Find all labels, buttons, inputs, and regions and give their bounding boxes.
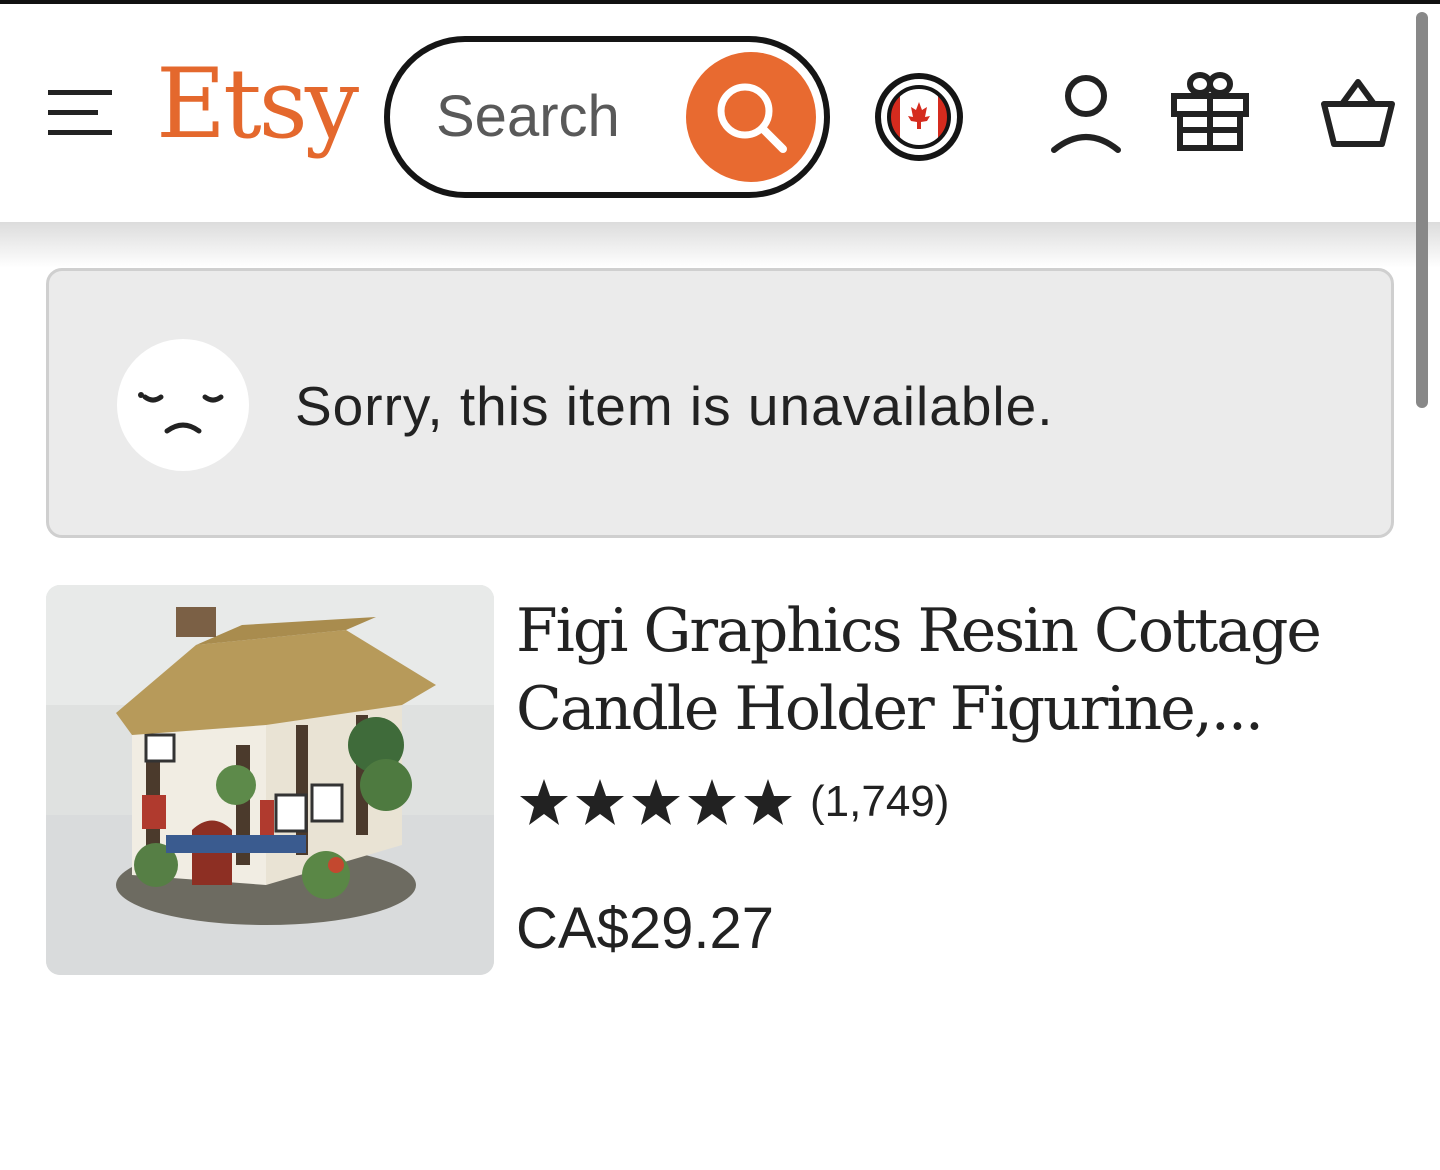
star-icon <box>744 779 792 825</box>
star-icon <box>688 779 736 825</box>
product-price: CA$29.27 <box>516 896 774 961</box>
canada-flag-icon <box>875 73 963 161</box>
cottage-candle-holder-image <box>46 585 494 975</box>
unavailable-notice: Sorry, this item is unavailable. <box>46 268 1394 538</box>
region-button[interactable] <box>874 72 964 162</box>
search-input[interactable]: Search <box>436 88 620 146</box>
header-shadow <box>0 222 1440 268</box>
site-header: Etsy Search <box>0 4 1440 222</box>
page: Etsy Search Sorry, this item is unavaila… <box>0 0 1440 1170</box>
gift-button[interactable] <box>1168 68 1252 152</box>
cart-button[interactable] <box>1318 74 1398 150</box>
search-icon <box>717 83 787 153</box>
etsy-logo[interactable]: Etsy <box>156 56 359 152</box>
gift-icon <box>1171 72 1249 151</box>
star-rating <box>518 777 794 827</box>
search-button[interactable] <box>686 52 816 182</box>
star-icon <box>576 779 624 825</box>
menu-button[interactable] <box>44 84 116 140</box>
scrollbar[interactable] <box>1416 12 1428 408</box>
star-icon <box>632 779 680 825</box>
product-image[interactable] <box>46 585 494 975</box>
sad-face-icon <box>117 339 249 471</box>
cart-icon <box>1321 79 1395 147</box>
star-icon <box>520 779 568 825</box>
search-bar[interactable]: Search <box>384 36 830 198</box>
user-icon <box>1051 75 1121 153</box>
review-count: (1,749) <box>810 777 950 826</box>
account-button[interactable] <box>1050 72 1122 154</box>
product-rating: (1,749) <box>518 774 949 830</box>
notice-message: Sorry, this item is unavailable. <box>295 375 1054 437</box>
product-title[interactable]: Figi Graphics Resin Cottage Candle Holde… <box>516 592 1396 748</box>
menu-icon <box>48 90 112 135</box>
